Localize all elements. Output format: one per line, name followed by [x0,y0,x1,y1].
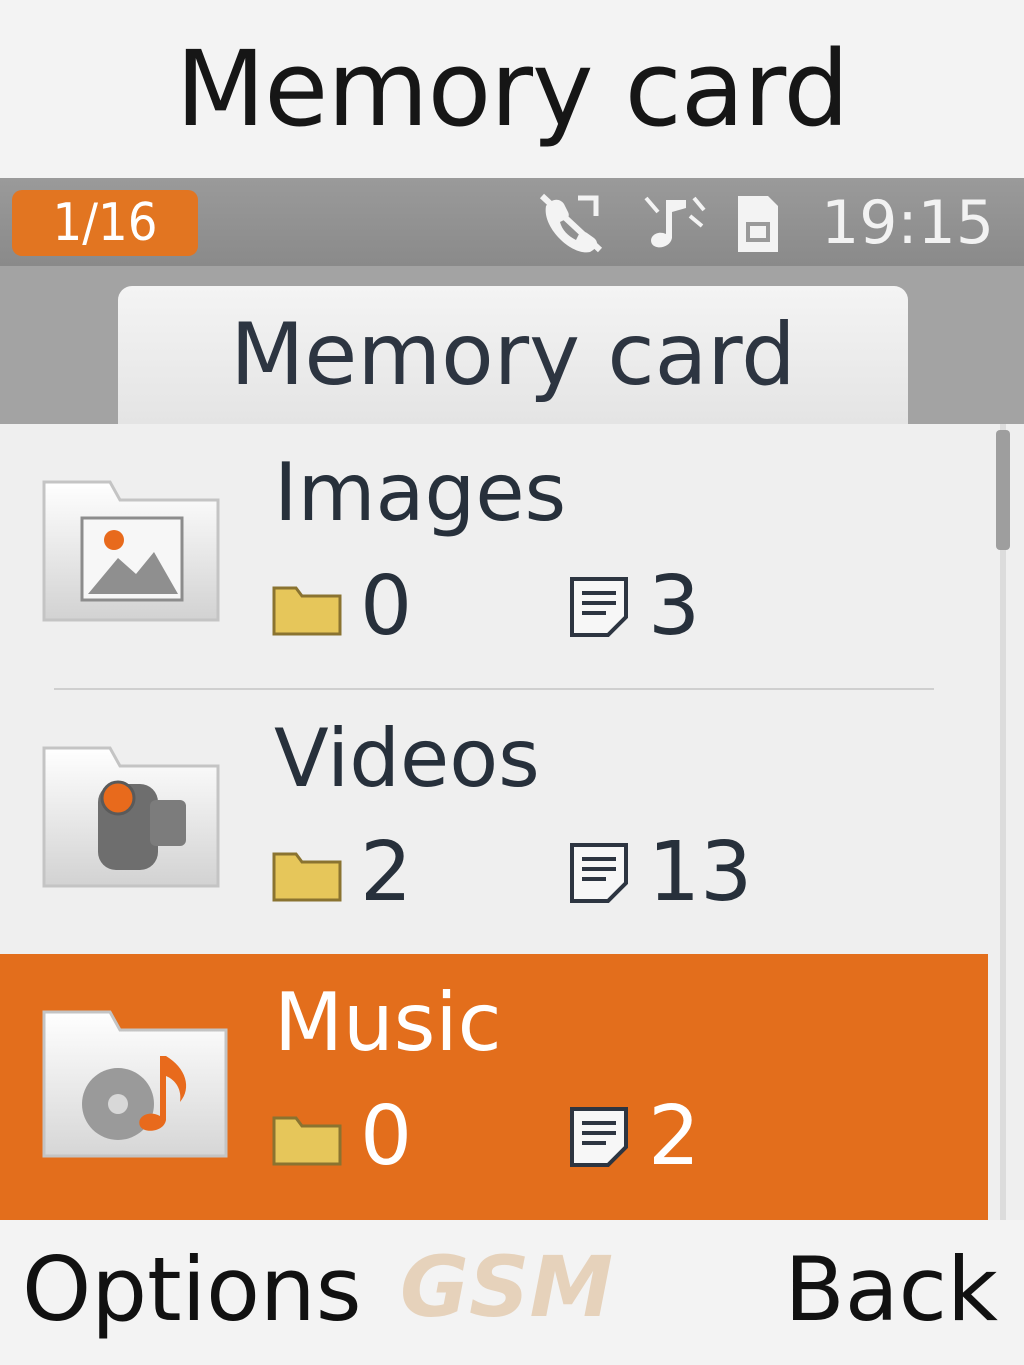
file-count-value: 2 [648,1088,701,1184]
page-indicator: 1/16 [12,190,198,256]
item-title: Images [274,446,567,539]
file-icon [570,577,628,637]
file-count: 3 [568,556,700,656]
screen-title-bar: Memory card [0,0,1024,178]
file-count: 2 [568,1086,700,1186]
file-icon [570,843,628,903]
item-title: Videos [274,712,540,805]
tab-label: Memory card [230,305,796,405]
folder-count-value: 0 [360,1088,413,1184]
scrollbar-thumb[interactable] [996,430,1010,550]
music-folder-icon [42,1010,228,1158]
status-bar: 1/16 19:15 [0,178,1024,266]
silent-profile-icon [644,196,706,248]
list-item-images[interactable]: Images 0 3 [0,424,988,690]
folder-icon [272,586,342,636]
folder-count: 2 [272,822,412,922]
folder-count-value: 2 [360,824,413,920]
tab-memory-card[interactable]: Memory card [118,286,908,424]
sim-card-icon [738,196,778,252]
softkey-bar: Options GSM Back [0,1220,1024,1365]
file-count-value: 13 [648,824,753,920]
file-count-value: 3 [648,558,701,654]
folder-list: Images 0 3 Videos 2 13 Music 0 2 [0,424,1024,1220]
videos-folder-icon [42,746,220,888]
file-count: 13 [568,822,752,922]
back-softkey[interactable]: Back [784,1238,998,1341]
clock: 19:15 [821,188,994,258]
folder-icon [272,1116,342,1166]
watermark: GSM [400,1238,614,1336]
list-item-videos[interactable]: Videos 2 13 [0,690,988,956]
tab-strip: Memory card [0,266,1024,424]
list-item-music[interactable]: Music 0 2 [0,954,988,1220]
folder-count-value: 0 [360,558,413,654]
missed-call-icon [539,193,603,253]
images-folder-icon [42,480,220,622]
folder-count: 0 [272,1086,412,1186]
screen-title: Memory card [175,28,850,150]
folder-icon [272,852,342,902]
folder-count: 0 [272,556,412,656]
file-icon [570,1107,628,1167]
options-softkey[interactable]: Options [22,1238,362,1341]
item-title: Music [274,976,502,1069]
